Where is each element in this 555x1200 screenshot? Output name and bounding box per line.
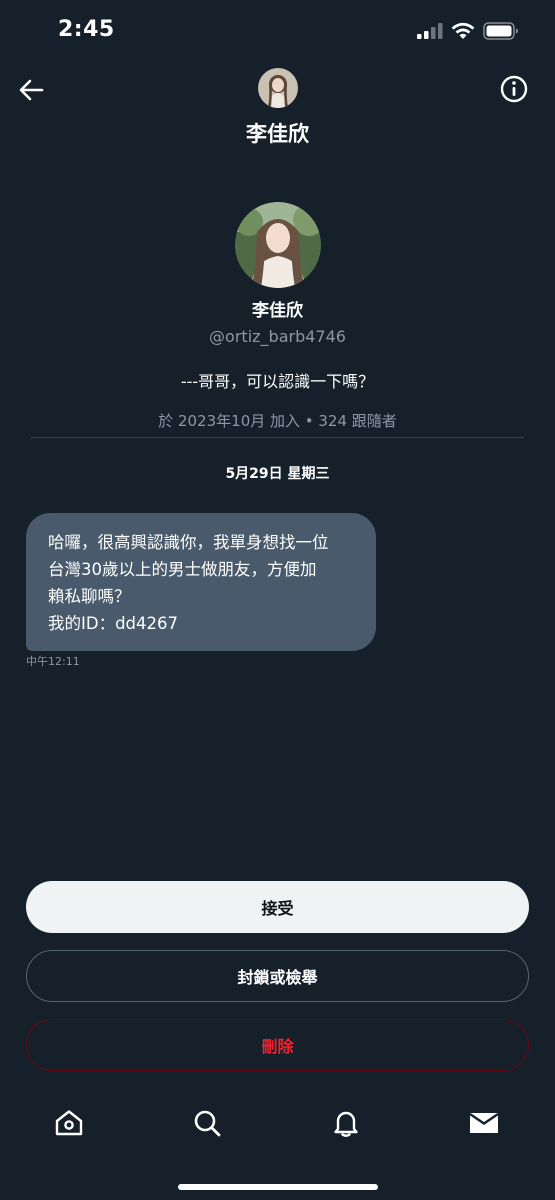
block-or-report-button[interactable]: 封鎖或檢舉 [26,950,529,1002]
status-bar: 2:45 [0,0,555,60]
status-time: 2:45 [58,17,115,42]
tab-search[interactable] [190,1106,224,1140]
header-avatar[interactable] [258,68,298,108]
message-line: 台灣30歲以上的男士做朋友，方便加 [48,560,317,579]
back-button[interactable] [16,74,48,106]
arrow-left-icon [19,79,44,101]
profile-avatar[interactable] [234,202,321,288]
search-icon [194,1110,221,1137]
profile-card: 李佳欣 @ortiz_barb4746 ---哥哥，可以認識一下嗎？ 於 202… [0,200,555,431]
avatar-image [258,68,298,108]
tab-messages[interactable] [467,1106,501,1140]
profile-handle[interactable]: @ortiz_barb4746 [0,327,555,346]
tab-home[interactable] [52,1106,86,1140]
message-bubble[interactable]: 哈囉，很高興認識你，我單身想找一位 台灣30歲以上的男士做朋友，方便加 賴私聊嗎… [26,513,376,651]
divider [31,437,524,438]
home-indicator [178,1184,378,1190]
avatar-image [234,202,321,288]
message-line: 我的ID：dd4267 [48,614,179,633]
tab-notifications[interactable] [329,1106,363,1140]
accept-button[interactable]: 接受 [26,881,529,933]
bell-icon [334,1111,358,1137]
info-icon [500,75,528,103]
home-icon [55,1110,83,1136]
battery-icon [483,22,518,40]
message-line: 哈囉，很高興認識你，我單身想找一位 [48,533,329,552]
mail-icon [469,1113,499,1133]
header-name: 李佳欣 [246,122,309,146]
info-button[interactable] [499,74,529,104]
delete-button[interactable]: 刪除 [26,1019,529,1071]
bottom-tab-bar [0,1100,555,1150]
status-icons [417,22,519,40]
message-line: 賴私聊嗎？ [48,587,131,606]
message-timestamp: 中午12:11 [26,655,80,668]
wifi-icon [451,22,475,39]
cellular-signal-icon [417,23,443,39]
profile-bio: ---哥哥，可以認識一下嗎？ [180,372,375,391]
conversation-date: 5月29日 星期三 [225,466,330,482]
conversation-header: 李佳欣 [0,60,555,150]
profile-meta: 於 2023年10月 加入 • 324 跟隨者 [158,412,397,430]
profile-name: 李佳欣 [252,301,303,321]
